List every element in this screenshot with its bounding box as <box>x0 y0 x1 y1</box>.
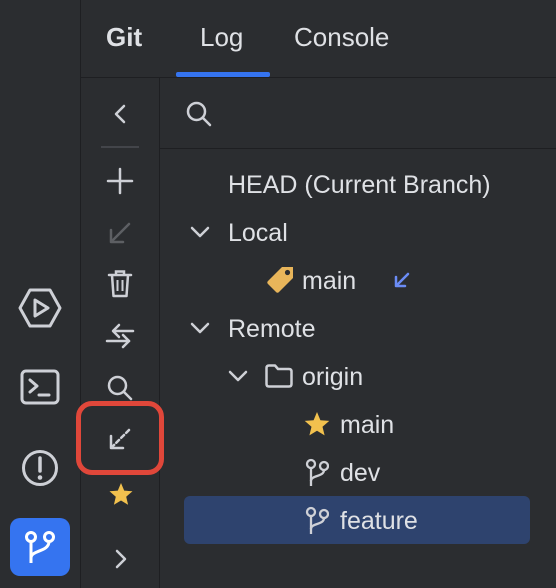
problems-icon[interactable] <box>20 448 60 488</box>
tool-stripe <box>0 0 81 588</box>
terminal-icon[interactable] <box>20 368 60 406</box>
incoming-changes-icon <box>394 272 410 288</box>
favorite-star-icon[interactable] <box>108 482 134 506</box>
expand-toolbar-icon[interactable] <box>111 546 131 572</box>
branches-toolbar <box>76 78 164 588</box>
git-tool-button[interactable] <box>10 518 70 576</box>
tree-group-local[interactable]: Local <box>228 219 288 248</box>
tree-item-local-main[interactable]: main <box>302 267 356 296</box>
tree-item-origin-main[interactable]: main <box>340 411 394 440</box>
toolbar-separator <box>101 146 139 148</box>
star-icon <box>304 412 330 436</box>
new-branch-icon[interactable] <box>106 167 134 195</box>
delete-icon[interactable] <box>107 269 133 299</box>
chevron-down-icon[interactable] <box>227 366 249 386</box>
highlighted-action-outline <box>76 401 164 475</box>
chevron-down-icon[interactable] <box>189 318 211 338</box>
branch-icon <box>305 458 329 486</box>
search-icon <box>186 101 212 127</box>
branch-icon <box>305 506 329 534</box>
update-branch-icon <box>109 222 131 244</box>
active-tab-indicator <box>176 72 270 77</box>
tree-item-origin-feature[interactable]: feature <box>340 507 418 536</box>
chevron-down-icon[interactable] <box>189 222 211 242</box>
run-icon[interactable] <box>18 286 62 330</box>
search-icon[interactable] <box>106 374 134 402</box>
folder-icon <box>265 364 293 388</box>
tag-icon <box>267 267 293 293</box>
git-branch-icon <box>25 531 55 563</box>
tree-item-head[interactable]: HEAD (Current Branch) <box>228 171 491 200</box>
tab-console[interactable]: Console <box>294 22 389 53</box>
branch-search-field[interactable] <box>160 78 556 149</box>
git-tool-window: Git Log Console HEAD (Current Branch) Lo… <box>76 0 556 588</box>
collapse-panel-icon[interactable] <box>108 101 132 127</box>
tool-window-header: Git Log Console <box>81 0 556 78</box>
tree-item-origin[interactable]: origin <box>302 363 363 392</box>
tree-item-origin-dev[interactable]: dev <box>340 459 380 488</box>
tool-window-title: Git <box>106 22 143 52</box>
tree-group-remote[interactable]: Remote <box>228 315 316 344</box>
tab-log[interactable]: Log <box>200 22 243 53</box>
compare-icon[interactable] <box>103 319 137 353</box>
